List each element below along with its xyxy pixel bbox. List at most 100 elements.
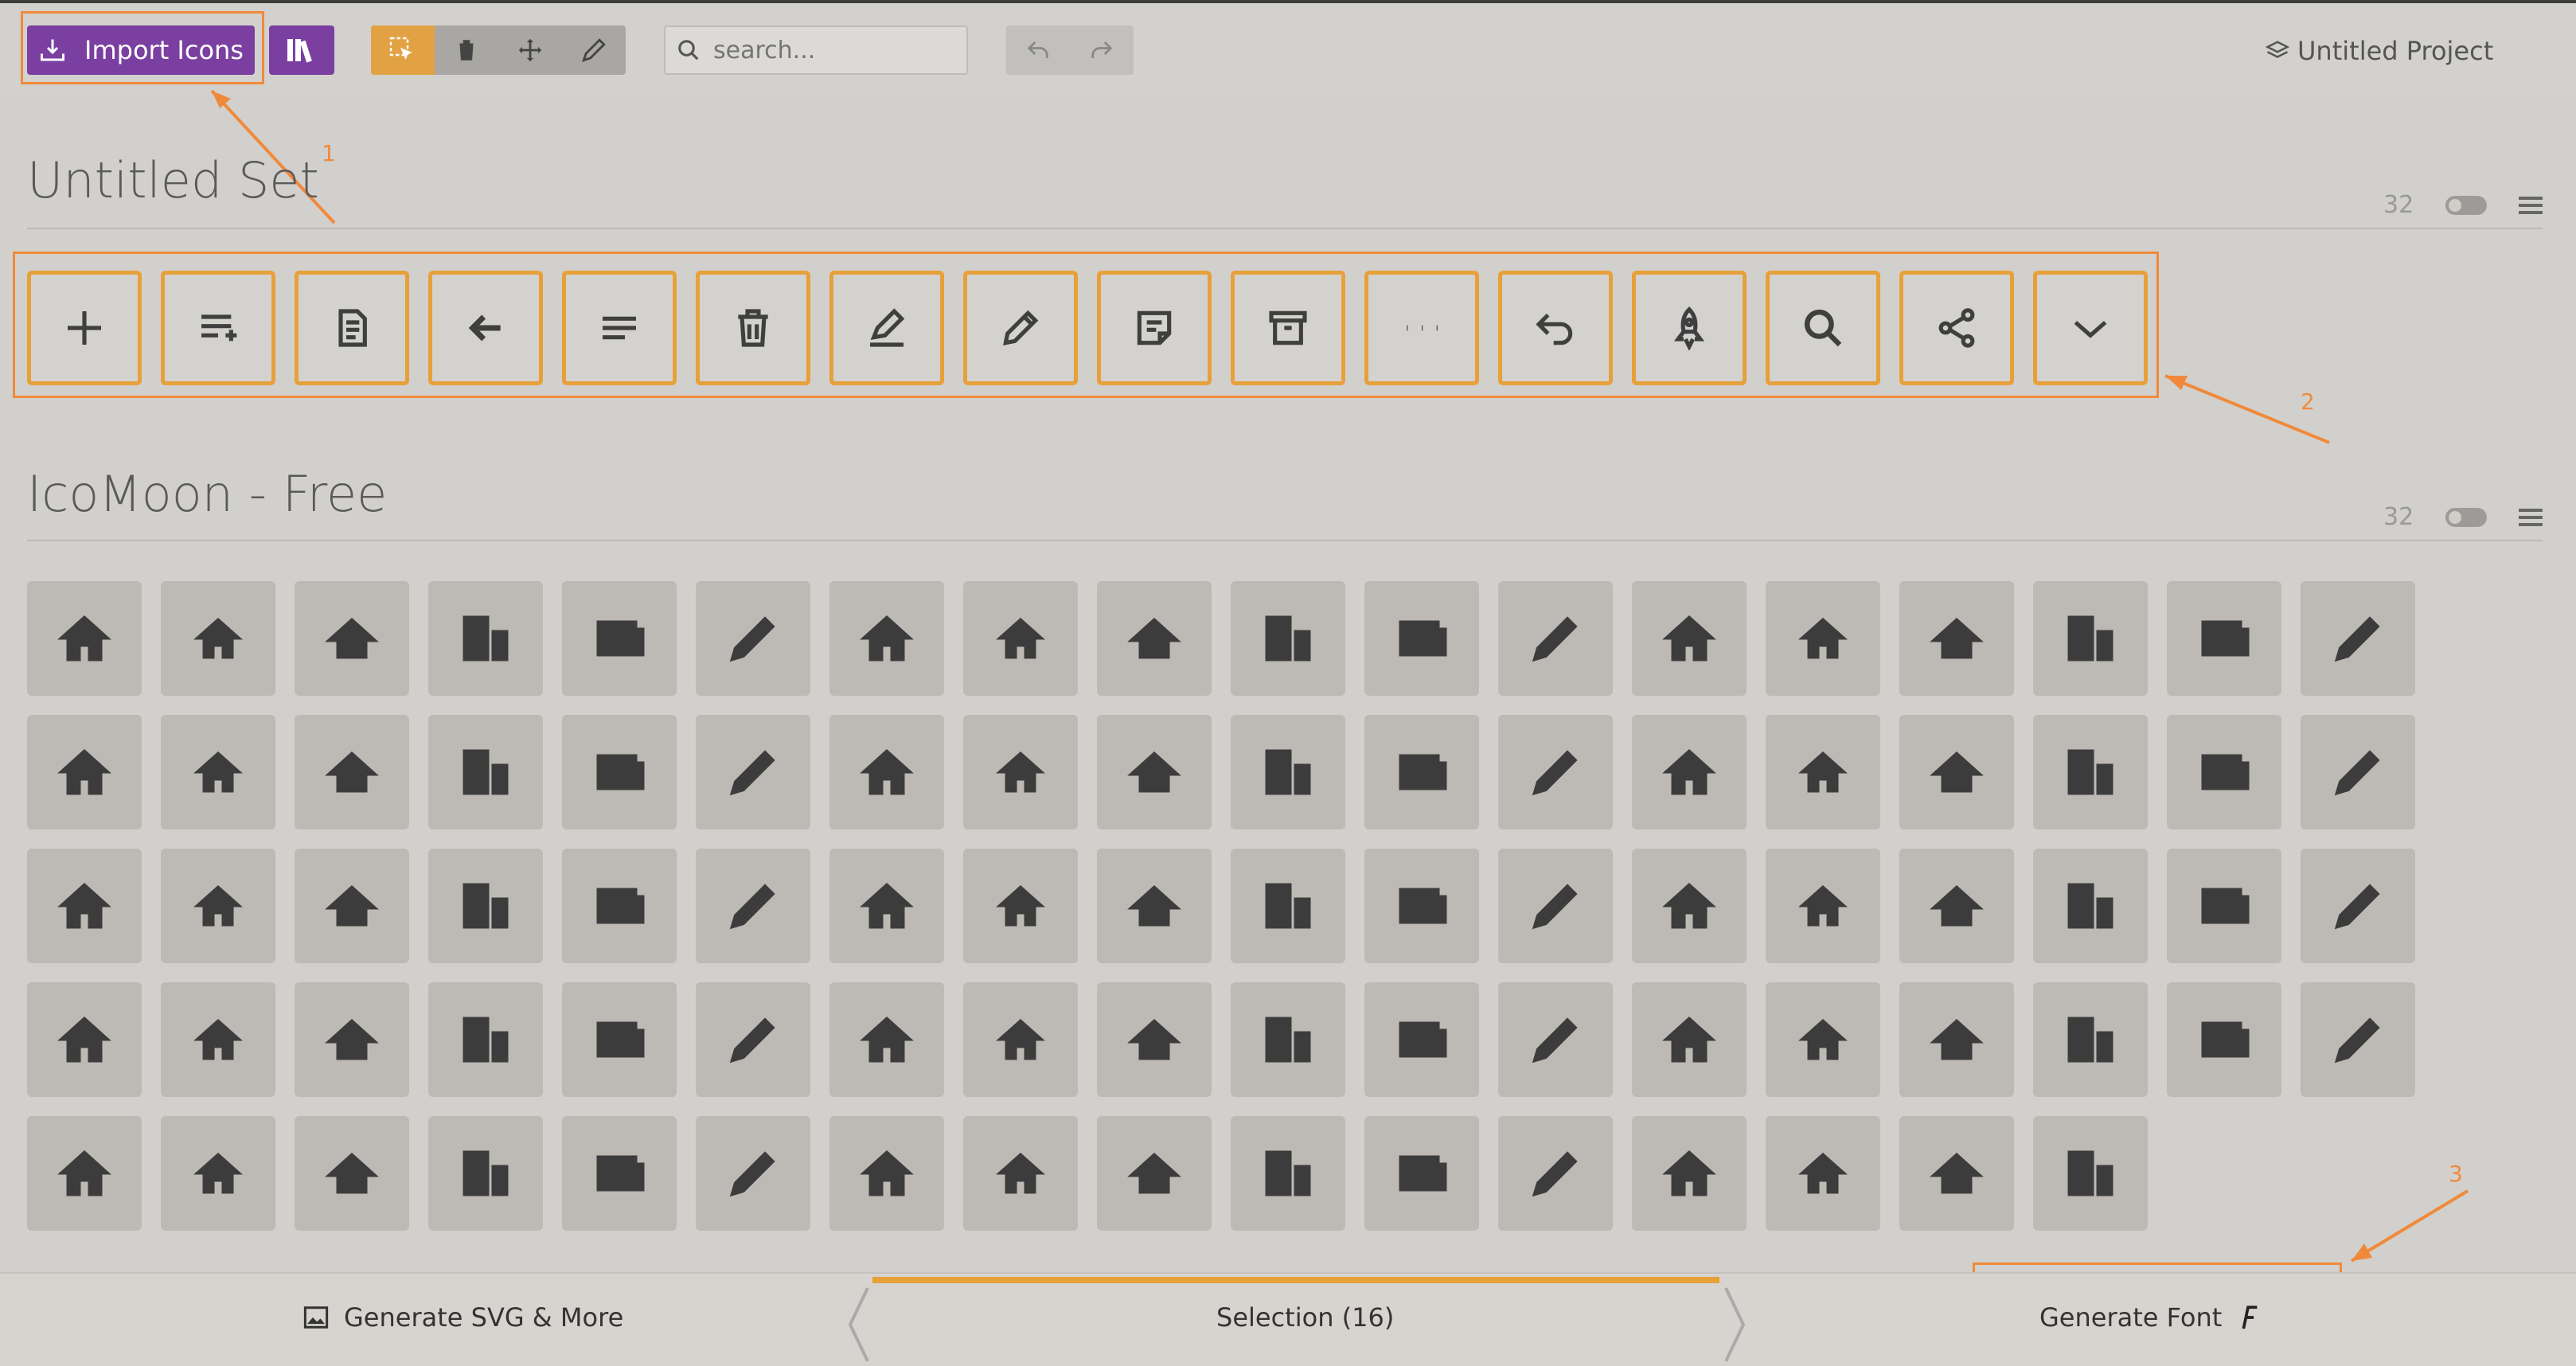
- grid-icon-cell[interactable]: [1364, 982, 1479, 1097]
- selected-icon-cell[interactable]: [829, 271, 944, 385]
- set-grid-size[interactable]: 32: [2383, 191, 2414, 219]
- grid-icon-cell[interactable]: [1498, 715, 1613, 829]
- selected-icon-cell[interactable]: [161, 271, 275, 385]
- grid-icon-cell[interactable]: [27, 1116, 142, 1231]
- grid-icon-cell[interactable]: [963, 982, 1078, 1097]
- set-title-untitled[interactable]: Untitled Set: [27, 151, 319, 209]
- grid-icon-cell[interactable]: [1766, 982, 1880, 1097]
- grid-icon-cell[interactable]: [1231, 849, 1345, 963]
- set-title-icomoon-free[interactable]: IcoMoon - Free: [27, 465, 387, 523]
- move-tool-button[interactable]: [498, 25, 562, 75]
- grid-icon-cell[interactable]: [1231, 982, 1345, 1097]
- selected-icon-cell[interactable]: [963, 271, 1078, 385]
- grid-icon-cell[interactable]: [2167, 715, 2281, 829]
- grid-icon-cell[interactable]: [963, 581, 1078, 696]
- grid-icon-cell[interactable]: [829, 715, 944, 829]
- generate-font-button[interactable]: Generate Font: [2039, 1302, 2260, 1333]
- selected-icon-cell[interactable]: [1766, 271, 1880, 385]
- grid-icon-cell[interactable]: [1899, 1116, 2014, 1231]
- grid-icon-cell[interactable]: [295, 1116, 409, 1231]
- selected-icon-cell[interactable]: [1632, 271, 1747, 385]
- grid-icon-cell[interactable]: [1498, 1116, 1613, 1231]
- grid-icon-cell[interactable]: [696, 849, 810, 963]
- grid-icon-cell[interactable]: [562, 1116, 677, 1231]
- grid-icon-cell[interactable]: [2033, 1116, 2148, 1231]
- grid-icon-cell[interactable]: [161, 715, 275, 829]
- grid-icon-cell[interactable]: [2167, 581, 2281, 696]
- grid-icon-cell[interactable]: [1097, 581, 1212, 696]
- selected-icon-cell[interactable]: [1097, 271, 1212, 385]
- library-button[interactable]: [269, 25, 334, 75]
- grid-icon-cell[interactable]: [1364, 581, 1479, 696]
- delete-tool-button[interactable]: [435, 25, 498, 75]
- grid-icon-cell[interactable]: [963, 1116, 1078, 1231]
- grid-icon-cell[interactable]: [963, 849, 1078, 963]
- selected-icon-cell[interactable]: [428, 271, 543, 385]
- grid-icon-cell[interactable]: [562, 849, 677, 963]
- grid-icon-cell[interactable]: [1097, 715, 1212, 829]
- grid-icon-cell[interactable]: [1097, 849, 1212, 963]
- grid-icon-cell[interactable]: [829, 1116, 944, 1231]
- grid-icon-cell[interactable]: [829, 982, 944, 1097]
- grid-icon-cell[interactable]: [27, 849, 142, 963]
- undo-button[interactable]: [1006, 25, 1070, 75]
- redo-button[interactable]: [1070, 25, 1134, 75]
- grid-icon-cell[interactable]: [428, 982, 543, 1097]
- generate-svg-button[interactable]: Generate SVG & More: [302, 1302, 623, 1333]
- grid-icon-cell[interactable]: [1632, 581, 1747, 696]
- grid-icon-cell[interactable]: [1899, 715, 2014, 829]
- edit-tool-button[interactable]: [562, 25, 626, 75]
- search-input[interactable]: [712, 35, 954, 65]
- grid-icon-cell[interactable]: [1097, 982, 1212, 1097]
- grid-icon-cell[interactable]: [1498, 581, 1613, 696]
- grid-icon-cell[interactable]: [1632, 715, 1747, 829]
- grid-icon-cell[interactable]: [1231, 715, 1345, 829]
- grid-icon-cell[interactable]: [2301, 982, 2415, 1097]
- selection-button[interactable]: Selection (16): [1216, 1302, 1394, 1333]
- grid-icon-cell[interactable]: [1766, 715, 1880, 829]
- grid-icon-cell[interactable]: [829, 849, 944, 963]
- grid-icon-cell[interactable]: [2033, 715, 2148, 829]
- grid-icon-cell[interactable]: [562, 581, 677, 696]
- selected-icon-cell[interactable]: [27, 271, 142, 385]
- grid-icon-cell[interactable]: [2167, 982, 2281, 1097]
- grid-icon-cell[interactable]: [1364, 1116, 1479, 1231]
- grid-icon-cell[interactable]: [1498, 849, 1613, 963]
- grid-icon-cell[interactable]: [2033, 982, 2148, 1097]
- grid-icon-cell[interactable]: [1899, 849, 2014, 963]
- grid-icon-cell[interactable]: [27, 715, 142, 829]
- grid-icon-cell[interactable]: [1498, 982, 1613, 1097]
- grid-icon-cell[interactable]: [1097, 1116, 1212, 1231]
- grid-icon-cell[interactable]: [428, 1116, 543, 1231]
- grid-icon-cell[interactable]: [295, 849, 409, 963]
- selected-icon-cell[interactable]: [696, 271, 810, 385]
- chevron-left-icon[interactable]: [847, 1286, 871, 1363]
- grid-icon-cell[interactable]: [829, 581, 944, 696]
- grid-icon-cell[interactable]: [1231, 581, 1345, 696]
- grid-icon-cell[interactable]: [2167, 849, 2281, 963]
- grid-icon-cell[interactable]: [1766, 581, 1880, 696]
- grid-icon-cell[interactable]: [295, 581, 409, 696]
- grid-icon-cell[interactable]: [1364, 715, 1479, 829]
- grid-icon-cell[interactable]: [27, 581, 142, 696]
- grid-icon-cell[interactable]: [161, 849, 275, 963]
- grid-icon-cell[interactable]: [428, 715, 543, 829]
- grid-icon-cell[interactable]: [963, 715, 1078, 829]
- grid-icon-cell[interactable]: [428, 849, 543, 963]
- selected-icon-cell[interactable]: [562, 271, 677, 385]
- set-toggle[interactable]: [2445, 195, 2488, 215]
- grid-icon-cell[interactable]: [27, 982, 142, 1097]
- grid-icon-cell[interactable]: [2033, 581, 2148, 696]
- grid-icon-cell[interactable]: [696, 581, 810, 696]
- grid-icon-cell[interactable]: [1899, 581, 2014, 696]
- grid-icon-cell[interactable]: [1632, 849, 1747, 963]
- set-toggle[interactable]: [2445, 507, 2488, 527]
- grid-icon-cell[interactable]: [2301, 715, 2415, 829]
- grid-icon-cell[interactable]: [295, 982, 409, 1097]
- grid-icon-cell[interactable]: [696, 982, 810, 1097]
- set-menu-icon[interactable]: [2519, 196, 2543, 214]
- grid-icon-cell[interactable]: [161, 982, 275, 1097]
- grid-icon-cell[interactable]: [696, 1116, 810, 1231]
- selected-icon-cell[interactable]: [1364, 271, 1479, 385]
- set-grid-size[interactable]: 32: [2383, 503, 2414, 531]
